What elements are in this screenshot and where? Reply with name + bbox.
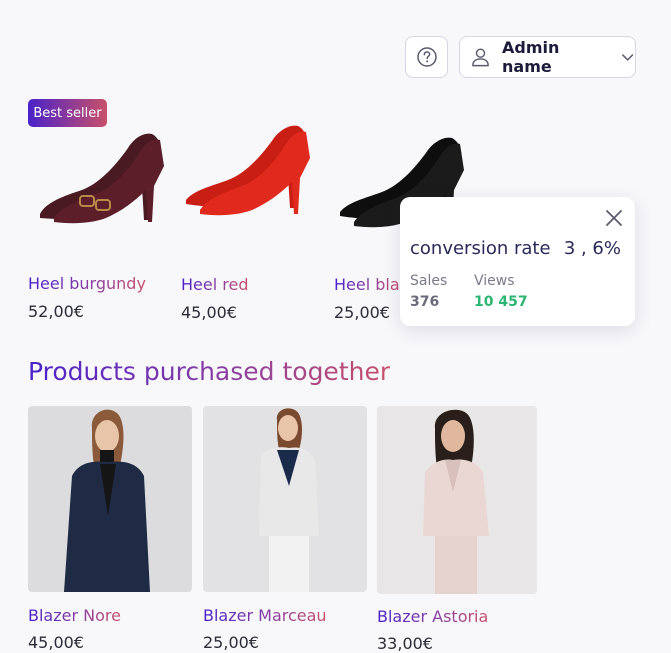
product-image [40, 133, 164, 224]
admin-menu-button[interactable]: Admin name [459, 36, 636, 78]
product-price: 45,00€ [181, 303, 237, 322]
close-icon[interactable] [605, 209, 623, 227]
conversion-tooltip: conversion rate 3 , 6% Sales 376 Views 1… [400, 197, 635, 326]
section-title: Products purchased together [28, 357, 391, 386]
admin-name: Admin name [502, 38, 560, 76]
views-value: 10 457 [474, 294, 528, 310]
sales-value: 376 [410, 294, 440, 310]
product-name[interactable]: Blazer Nore [28, 606, 121, 625]
product-name[interactable]: Heel red [181, 275, 248, 294]
product-price: 25,00€ [203, 633, 259, 652]
chevron-down-icon [621, 54, 633, 61]
product-price: 25,00€ [334, 303, 390, 322]
best-seller-badge: Best seller [28, 99, 107, 127]
product-name[interactable]: Heel bla [334, 275, 400, 294]
question-circle-icon [416, 47, 437, 67]
conversion-rate-value: 3 , 6% [563, 238, 621, 259]
product-price: 52,00€ [28, 302, 84, 321]
product-image [186, 125, 310, 216]
product-name[interactable]: Blazer Marceau [203, 606, 327, 625]
product-name[interactable]: Heel burgundy [28, 274, 146, 293]
sales-label: Sales [410, 273, 448, 289]
product-image [203, 406, 367, 592]
help-button[interactable] [405, 36, 448, 78]
product-image [28, 406, 192, 592]
product-price: 45,00€ [28, 633, 84, 652]
user-icon [472, 48, 489, 67]
product-name[interactable]: Blazer Astoria [377, 607, 488, 626]
product-price: 33,00€ [377, 634, 433, 653]
product-image [377, 406, 537, 594]
views-label: Views [474, 273, 515, 289]
conversion-rate-label: conversion rate [410, 238, 551, 259]
